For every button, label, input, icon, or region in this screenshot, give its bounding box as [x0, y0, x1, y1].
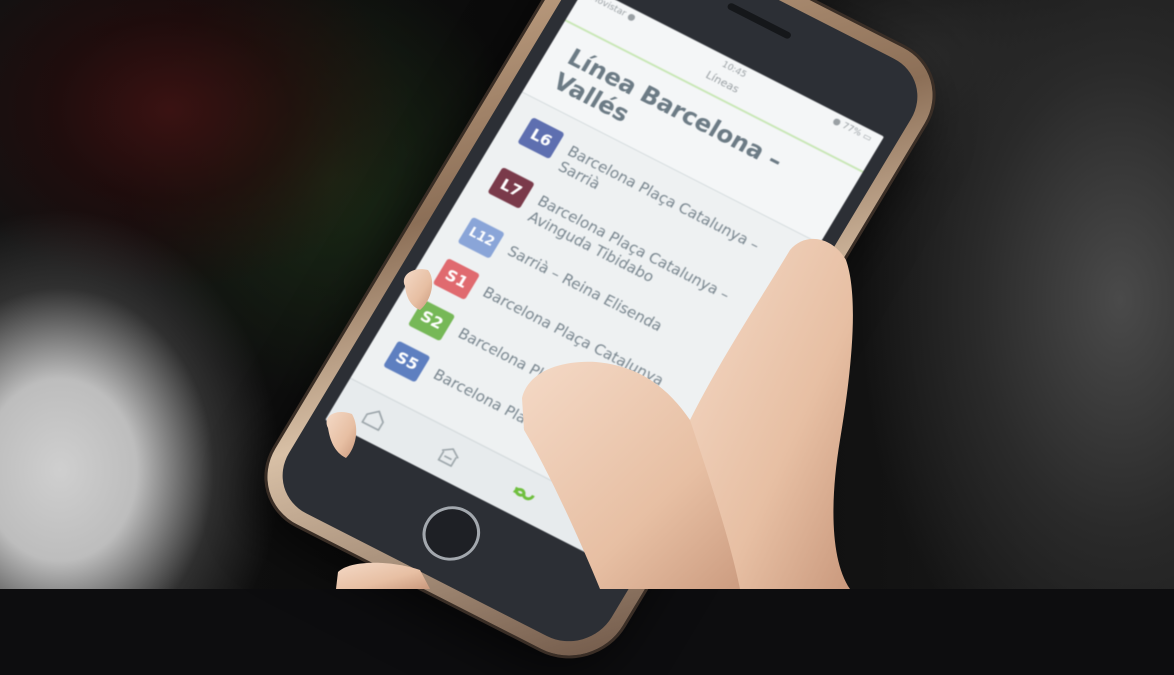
earpiece-speaker [726, 2, 793, 40]
line-badge: L6 [517, 117, 565, 160]
line-badge: S1 [432, 257, 481, 301]
alert-icon[interactable] [578, 514, 617, 551]
line-badge: S5 [383, 340, 431, 383]
home-button[interactable] [411, 496, 491, 571]
home-icon[interactable] [355, 400, 394, 437]
line-badge: L12 [457, 216, 505, 259]
line-badge: S2 [407, 299, 456, 342]
station-icon[interactable] [430, 438, 469, 475]
lines-icon[interactable] [504, 476, 543, 513]
line-badge: L7 [487, 166, 535, 210]
